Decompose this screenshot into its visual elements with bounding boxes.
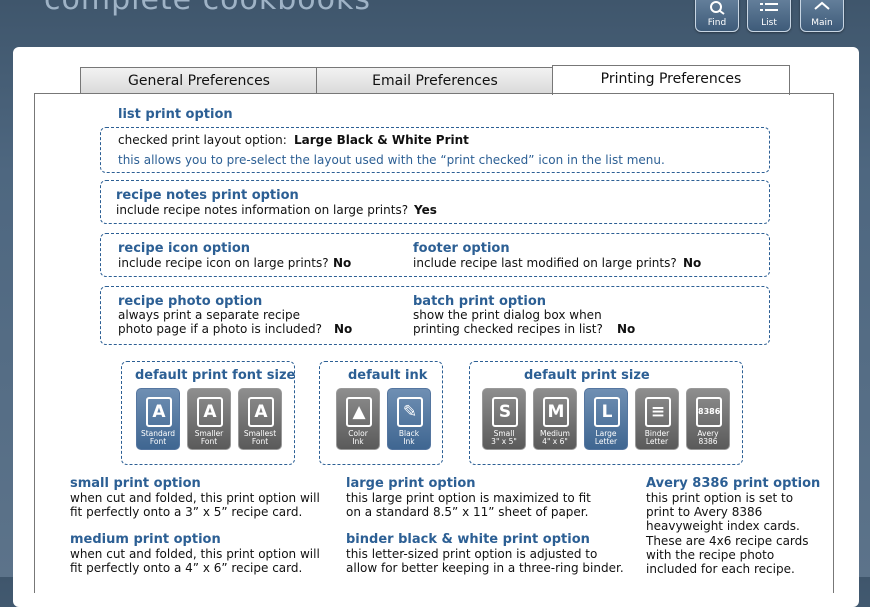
print-size-option-2[interactable]: L Large Letter bbox=[584, 388, 628, 450]
tab-general-preferences[interactable]: General Preferences bbox=[80, 67, 318, 94]
list-button[interactable]: List bbox=[747, 0, 791, 32]
footer-option-prompt: include recipe last modified on large pr… bbox=[413, 256, 677, 270]
list-print-note: this allows you to pre-select the layout… bbox=[118, 153, 665, 167]
medium-desc-heading: medium print option bbox=[70, 532, 221, 547]
print-size-glyph-icon: ≡ bbox=[645, 397, 671, 427]
avery-desc-line: print to Avery 8386 bbox=[646, 505, 763, 519]
medium-desc-line1: when cut and folded, this print option w… bbox=[70, 547, 320, 561]
print-size-glyph-icon: S bbox=[492, 397, 518, 427]
font-size-heading: default print font size bbox=[135, 368, 296, 383]
large-desc-line1: this large print option is maximized to … bbox=[346, 491, 591, 505]
ink-heading: default ink bbox=[348, 368, 428, 383]
ink-glyph-icon: ▲ bbox=[346, 397, 372, 427]
font-size-caption: Smallest Font bbox=[239, 430, 281, 446]
tab-email-preferences[interactable]: Email Preferences bbox=[316, 67, 554, 94]
small-desc-line2: fit perfectly onto a 3” x 5” recipe card… bbox=[70, 505, 303, 519]
find-button[interactable]: Find bbox=[695, 0, 739, 32]
font-size-caption: Standard Font bbox=[137, 430, 179, 446]
print-size-glyph-icon: 8386 bbox=[696, 397, 722, 427]
avery-desc-line: included for each recipe. bbox=[646, 562, 795, 576]
photo-option-value[interactable]: No bbox=[334, 322, 352, 336]
batch-option-line2: printing checked recipes in list? bbox=[413, 322, 603, 336]
font-size-caption: Smaller Font bbox=[188, 430, 230, 446]
search-icon bbox=[708, 1, 726, 15]
list-icon bbox=[760, 1, 778, 13]
footer-option-heading: footer option bbox=[413, 241, 510, 256]
photo-option-line2: photo page if a photo is included? bbox=[118, 322, 323, 336]
print-size-glyph-icon: L bbox=[594, 397, 620, 427]
font-size-option-2[interactable]: A Smallest Font bbox=[238, 388, 282, 450]
large-desc-heading: large print option bbox=[346, 476, 476, 491]
icon-option-value[interactable]: No bbox=[333, 256, 351, 270]
print-size-caption: Large Letter bbox=[585, 430, 627, 446]
batch-option-heading: batch print option bbox=[413, 294, 547, 309]
main-label: Main bbox=[811, 18, 833, 28]
notes-print-prompt: include recipe notes information on larg… bbox=[116, 203, 409, 217]
print-size-caption: Avery 8386 bbox=[687, 430, 729, 446]
print-size-caption-line2: 3" x 5" bbox=[491, 437, 517, 446]
find-label: Find bbox=[707, 18, 727, 28]
list-print-heading: list print option bbox=[118, 107, 233, 122]
footer-option-value[interactable]: No bbox=[683, 256, 701, 270]
avery-desc-line: with the recipe photo bbox=[646, 548, 775, 562]
print-size-caption: Small 3" x 5" bbox=[483, 430, 525, 446]
batch-option-value[interactable]: No bbox=[617, 322, 635, 336]
large-desc-line2: on a standard 8.5” x 11” sheet of paper. bbox=[346, 505, 589, 519]
print-size-caption-line2: 8386 bbox=[698, 437, 718, 446]
font-size-option-1[interactable]: A Smaller Font bbox=[187, 388, 231, 450]
print-size-caption-line2: Letter bbox=[645, 437, 669, 446]
print-size-caption-line2: Letter bbox=[594, 437, 618, 446]
font-size-caption-line2: Font bbox=[149, 437, 167, 446]
batch-option-line1: show the print dialog box when bbox=[413, 308, 602, 322]
ink-caption-line2: Ink bbox=[352, 437, 364, 446]
notes-print-heading: recipe notes print option bbox=[116, 188, 299, 203]
photo-option-heading: recipe photo option bbox=[118, 294, 263, 309]
back-arrow-icon bbox=[813, 1, 831, 13]
ink-glyph-icon: ✎ bbox=[397, 397, 423, 427]
font-size-caption-line2: Font bbox=[200, 437, 218, 446]
print-size-caption: Medium 4" x 6" bbox=[534, 430, 576, 446]
font-size-glyph-icon: A bbox=[146, 397, 172, 427]
app-title: complete cookbooks bbox=[44, 0, 371, 17]
medium-desc-line2: fit perfectly onto a 4” x 6” recipe card… bbox=[70, 561, 303, 575]
ink-caption: Color Ink bbox=[337, 430, 379, 446]
ink-caption-line2: Ink bbox=[403, 437, 415, 446]
print-size-caption: Binder Letter bbox=[636, 430, 678, 446]
binder-desc-heading: binder black & white print option bbox=[346, 532, 590, 547]
tab-printing-preferences[interactable]: Printing Preferences bbox=[552, 65, 790, 95]
list-print-value[interactable]: Large Black & White Print bbox=[294, 133, 469, 147]
notes-print-value[interactable]: Yes bbox=[414, 203, 437, 217]
list-label: List bbox=[761, 18, 777, 28]
main-button[interactable]: Main bbox=[800, 0, 844, 32]
binder-desc-line2: allow for better keeping in a three-ring… bbox=[346, 561, 624, 575]
font-size-option-0[interactable]: A Standard Font bbox=[136, 388, 180, 450]
ink-caption: Black Ink bbox=[388, 430, 430, 446]
font-size-glyph-icon: A bbox=[248, 397, 274, 427]
print-size-heading: default print size bbox=[524, 368, 650, 383]
font-size-caption-line2: Font bbox=[251, 437, 269, 446]
panel-border-right bbox=[833, 93, 834, 593]
print-size-glyph-icon: M bbox=[543, 397, 569, 427]
panel-border-left bbox=[34, 93, 35, 593]
print-size-option-3[interactable]: ≡ Binder Letter bbox=[635, 388, 679, 450]
print-size-caption-line2: 4" x 6" bbox=[542, 437, 568, 446]
avery-desc-heading: Avery 8386 print option bbox=[646, 476, 821, 491]
print-size-option-1[interactable]: M Medium 4" x 6" bbox=[533, 388, 577, 450]
small-desc-line1: when cut and folded, this print option w… bbox=[70, 491, 320, 505]
print-size-option-0[interactable]: S Small 3" x 5" bbox=[482, 388, 526, 450]
icon-option-heading: recipe icon option bbox=[118, 241, 251, 256]
print-size-option-4[interactable]: 8386 Avery 8386 bbox=[686, 388, 730, 450]
avery-desc-line: heavyweight index cards. bbox=[646, 519, 800, 533]
list-print-prompt: checked print layout option: bbox=[118, 133, 287, 147]
photo-option-line1: always print a separate recipe bbox=[118, 308, 300, 322]
font-size-glyph-icon: A bbox=[197, 397, 223, 427]
avery-desc-line: These are 4x6 recipe cards bbox=[646, 534, 809, 548]
avery-desc-line: this print option is set to bbox=[646, 491, 794, 505]
binder-desc-line1: this letter-sized print option is adjust… bbox=[346, 547, 598, 561]
small-desc-heading: small print option bbox=[70, 476, 201, 491]
ink-option-1[interactable]: ✎ Black Ink bbox=[387, 388, 431, 450]
ink-option-0[interactable]: ▲ Color Ink bbox=[336, 388, 380, 450]
panel-border-top bbox=[34, 93, 834, 94]
icon-option-prompt: include recipe icon on large prints? bbox=[118, 256, 329, 270]
